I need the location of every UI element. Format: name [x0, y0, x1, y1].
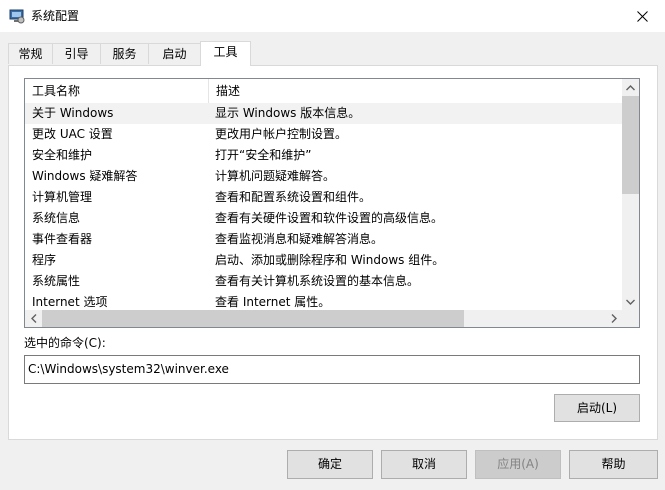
scroll-right-button[interactable]	[605, 310, 622, 327]
tool-description: 查看和配置系统设置和组件。	[215, 190, 372, 204]
table-row[interactable]: 系统属性 查看有关计算机系统设置的基本信息。	[25, 271, 622, 292]
tool-name: 系统属性	[32, 274, 81, 288]
tool-name: 计算机管理	[32, 190, 93, 204]
tool-name: 关于 Windows	[32, 106, 114, 120]
table-row[interactable]: Windows 疑难解答 计算机问题疑难解答。	[25, 166, 622, 187]
ok-button[interactable]: 确定	[287, 450, 373, 479]
tool-description: 启动、添加或删除程序和 Windows 组件。	[215, 253, 445, 267]
chevron-down-icon	[626, 299, 635, 305]
table-row[interactable]: 关于 Windows 显示 Windows 版本信息。	[25, 103, 622, 124]
close-icon	[636, 10, 648, 22]
cancel-button[interactable]: 取消	[381, 450, 467, 479]
tool-description: 更改用户帐户控制设置。	[215, 127, 348, 141]
tool-description: 显示 Windows 版本信息。	[215, 106, 361, 120]
table-row[interactable]: 事件查看器 查看监视消息和疑难解答消息。	[25, 229, 622, 250]
title-bar: 系统配置	[0, 0, 665, 32]
tool-name: 程序	[32, 253, 57, 267]
tab-boot[interactable]: 引导	[52, 43, 101, 64]
tool-description: 打开“安全和维护”	[215, 148, 312, 162]
vertical-scroll-thumb[interactable]	[622, 96, 639, 194]
tool-description: 查看监视消息和疑难解答消息。	[215, 232, 384, 246]
table-row[interactable]: 系统信息 查看有关硬件设置和软件设置的高级信息。	[25, 208, 622, 229]
apply-button[interactable]: 应用(A)	[475, 450, 561, 479]
msconfig-icon	[9, 8, 25, 24]
tool-description: 查看有关计算机系统设置的基本信息。	[215, 274, 420, 288]
horizontal-scroll-thumb[interactable]	[42, 310, 464, 327]
tab-services[interactable]: 服务	[100, 43, 149, 64]
close-button[interactable]	[619, 0, 665, 32]
horizontal-scrollbar[interactable]	[25, 310, 622, 327]
scroll-left-button[interactable]	[25, 310, 42, 327]
chevron-left-icon	[30, 314, 36, 323]
help-button[interactable]: 帮助	[569, 450, 658, 479]
tool-name: 系统信息	[32, 211, 81, 225]
tool-name: 更改 UAC 设置	[32, 127, 113, 141]
table-row[interactable]: 程序 启动、添加或删除程序和 Windows 组件。	[25, 250, 622, 271]
chevron-right-icon	[611, 314, 617, 323]
tab-general[interactable]: 常规	[8, 43, 53, 64]
tab-strip: 常规 引导 服务 启动 工具	[8, 41, 658, 66]
table-row[interactable]: 更改 UAC 设置 更改用户帐户控制设置。	[25, 124, 622, 145]
launch-button[interactable]: 启动(L)	[554, 394, 640, 422]
selected-command-label: 选中的命令(C):	[24, 336, 106, 350]
tool-name: 安全和维护	[32, 148, 93, 162]
window-title: 系统配置	[31, 9, 80, 23]
column-header-tool-name[interactable]: 工具名称	[25, 79, 208, 103]
tab-startup[interactable]: 启动	[148, 43, 201, 64]
chevron-up-icon	[626, 84, 635, 90]
tool-description: 计算机问题疑难解答。	[215, 169, 336, 183]
column-header-description[interactable]: 描述	[209, 79, 622, 103]
tool-name: Windows 疑难解答	[32, 169, 138, 183]
selected-command-field[interactable]: C:\Windows\system32\winver.exe	[24, 355, 640, 384]
scroll-down-button[interactable]	[622, 293, 639, 310]
tool-name: 事件查看器	[32, 232, 93, 246]
vertical-scrollbar[interactable]	[622, 79, 639, 310]
list-rows: 关于 Windows 显示 Windows 版本信息。 更改 UAC 设置 更改用户…	[25, 103, 622, 313]
table-row[interactable]: 计算机管理 查看和配置系统设置和组件。	[25, 187, 622, 208]
scrollbar-corner	[622, 310, 639, 327]
scroll-up-button[interactable]	[622, 79, 639, 96]
tool-description: 查看有关硬件设置和软件设置的高级信息。	[215, 211, 444, 225]
tab-tools[interactable]: 工具	[200, 41, 251, 66]
tools-list[interactable]: 工具名称 描述 关于 Windows 显示 Windows 版本信息。 更改 UA…	[24, 78, 640, 328]
table-row[interactable]: 安全和维护 打开“安全和维护”	[25, 145, 622, 166]
list-header: 工具名称 描述	[25, 79, 622, 104]
